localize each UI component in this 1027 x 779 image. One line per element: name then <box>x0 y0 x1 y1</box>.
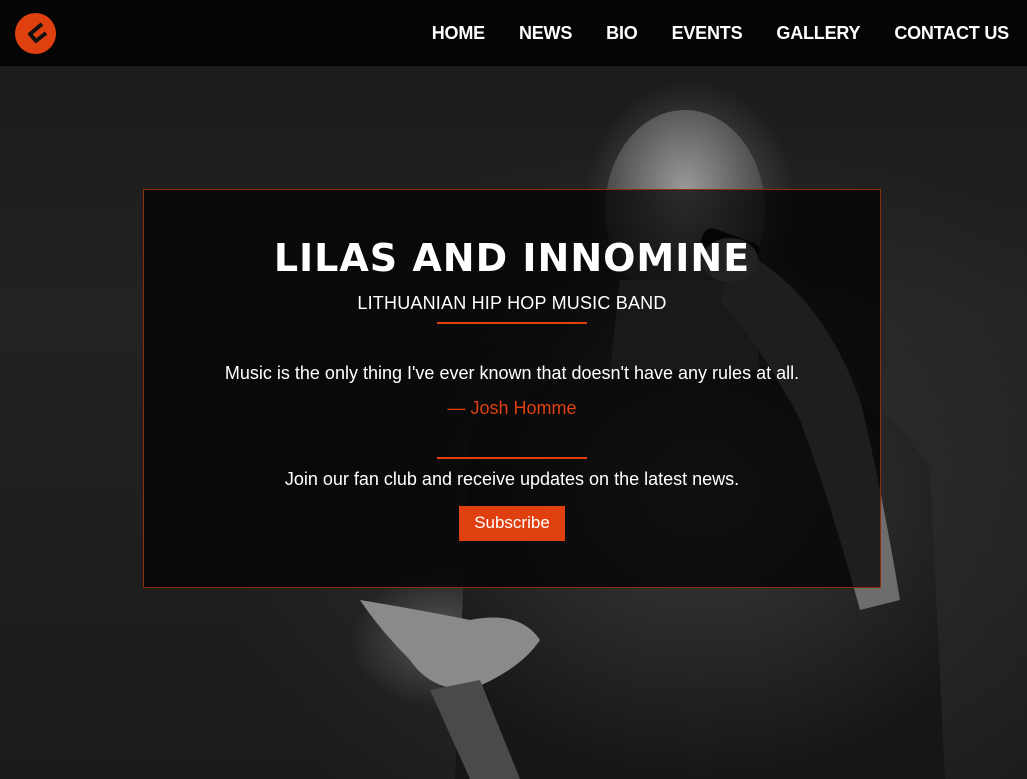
nav-news[interactable]: NEWS <box>519 23 572 44</box>
fan-club-text: Join our fan club and receive updates on… <box>284 469 740 489</box>
band-subtitle: LITHUANIAN HIP HOP MUSIC BAND <box>357 293 667 313</box>
logo-icon[interactable] <box>15 12 56 54</box>
divider <box>437 457 587 459</box>
divider <box>437 322 587 324</box>
nav-contact-us[interactable]: CONTACT US <box>894 23 1009 44</box>
logo-mark-icon <box>27 22 47 43</box>
site-header: HOME NEWS BIO EVENTS GALLERY CONTACT US <box>0 0 1027 66</box>
nav-home[interactable]: HOME <box>432 23 485 44</box>
band-title: LILAS AND INNOMINE <box>273 236 751 280</box>
quote-text: Music is the only thing I've ever known … <box>224 363 800 383</box>
main-nav: HOME NEWS BIO EVENTS GALLERY CONTACT US <box>398 23 1009 44</box>
quote-author: — Josh Homme <box>447 398 577 418</box>
nav-gallery[interactable]: GALLERY <box>776 23 860 44</box>
subscribe-button[interactable]: Subscribe <box>459 506 565 541</box>
hero-card: LILAS AND INNOMINE LITHUANIAN HIP HOP MU… <box>143 189 881 588</box>
nav-events[interactable]: EVENTS <box>672 23 743 44</box>
nav-bio[interactable]: BIO <box>606 23 638 44</box>
